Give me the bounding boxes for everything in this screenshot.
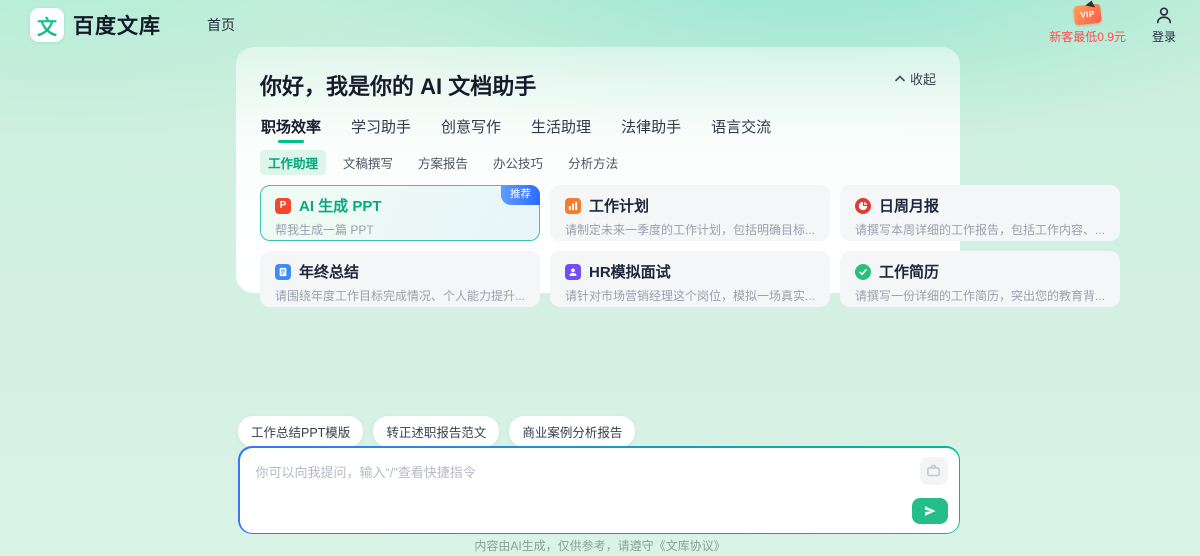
briefcase-icon (926, 463, 941, 478)
tab-legal-assistant[interactable]: 法律助手 (620, 116, 682, 146)
vip-badge-label: VIP (1080, 9, 1095, 19)
subcategory-tabs: 工作助理 文稿撰写 方案报告 办公技巧 分析方法 (260, 150, 936, 175)
card-desc: 请围绕年度工作目标完成情况、个人能力提升... (275, 287, 525, 304)
ppt-icon: P (275, 198, 291, 214)
vip-icon[interactable]: VIP (1073, 4, 1102, 26)
nav-home[interactable]: 首页 (207, 15, 235, 35)
collapse-button[interactable]: 收起 (895, 69, 936, 88)
subtab-work-assistant[interactable]: 工作助理 (260, 150, 326, 175)
subtab-office-tips[interactable]: 办公技巧 (485, 150, 551, 175)
composer (238, 446, 960, 534)
card-daily-weekly-monthly-report[interactable]: 日周月报 请撰写本周详细的工作报告，包括工作内容、... (840, 185, 1120, 241)
card-work-plan[interactable]: 工作计划 请制定未来一季度的工作计划，包括明确目标... (550, 185, 830, 241)
tab-language-exchange[interactable]: 语言交流 (710, 116, 772, 146)
pie-report-icon (855, 198, 871, 214)
top-bar: 文 百度文库 首页 VIP 新客最低0.9元 登录 (0, 0, 1200, 50)
wenku-logo-icon[interactable]: 文 (30, 8, 64, 42)
chip-business-case-analysis-report[interactable]: 商业案例分析报告 (509, 416, 635, 447)
person-icon (565, 264, 581, 280)
card-title: 工作简历 (879, 261, 939, 282)
panel-head: 你好，我是你的 AI 文档助手 收起 (260, 63, 936, 101)
subtab-proposal-report[interactable]: 方案报告 (410, 150, 476, 175)
page-title: 你好，我是你的 AI 文档助手 (260, 69, 536, 101)
brand[interactable]: 文 百度文库 (30, 8, 161, 42)
send-button[interactable] (912, 498, 948, 524)
category-tabs: 职场效率 学习助手 创意写作 生活助理 法律助手 语言交流 (260, 116, 936, 146)
card-year-end-summary[interactable]: 年终总结 请围绕年度工作目标完成情况、个人能力提升... (260, 251, 540, 307)
card-title: HR模拟面试 (589, 261, 671, 282)
toolbox-button[interactable] (920, 457, 948, 485)
chevron-up-icon (895, 75, 905, 82)
collapse-label: 收起 (910, 69, 936, 88)
subtab-analysis-methods[interactable]: 分析方法 (560, 150, 626, 175)
tab-creative-writing[interactable]: 创意写作 (440, 116, 502, 146)
card-work-resume[interactable]: 工作简历 请撰写一份详细的工作简历，突出您的教育背... (840, 251, 1120, 307)
card-desc: 请撰写一份详细的工作简历，突出您的教育背... (855, 287, 1105, 304)
disclaimer-text: 内容由AI生成，仅供参考，请遵守 (474, 539, 653, 553)
tab-workplace-efficiency[interactable]: 职场效率 (260, 116, 322, 146)
card-ai-generate-ppt[interactable]: 推荐 P AI 生成 PPT 帮我生成一篇 PPT (260, 185, 540, 241)
top-right-actions: VIP 新客最低0.9元 登录 (1049, 5, 1176, 45)
tab-study-assistant[interactable]: 学习助手 (350, 116, 412, 146)
brand-name[interactable]: 百度文库 (73, 10, 161, 40)
tab-life-assistant[interactable]: 生活助理 (530, 116, 592, 146)
composer-inner (240, 448, 959, 533)
ai-assistant-panel: 你好，我是你的 AI 文档助手 收起 职场效率 学习助手 创意写作 生活助理 法… (236, 47, 960, 293)
card-hr-mock-interview[interactable]: HR模拟面试 请针对市场营销经理这个岗位，模拟一场真实... (550, 251, 830, 307)
vip-promo-text[interactable]: 新客最低0.9元 (1049, 28, 1126, 45)
card-title: AI 生成 PPT (299, 195, 382, 216)
footer-disclaimer: 内容由AI生成，仅供参考，请遵守《文库协议》 (0, 537, 1200, 554)
card-desc: 帮我生成一篇 PPT (275, 221, 525, 238)
bar-chart-icon (565, 198, 581, 214)
send-icon (923, 504, 937, 518)
card-desc: 请撰写本周详细的工作报告，包括工作内容、... (855, 221, 1105, 238)
subtab-manuscript-writing[interactable]: 文稿撰写 (335, 150, 401, 175)
logo-glyph: 文 (37, 11, 57, 40)
vip-promo[interactable]: VIP 新客最低0.9元 (1049, 5, 1126, 45)
agreement-link[interactable]: 《文库协议》 (654, 539, 726, 553)
card-desc: 请针对市场营销经理这个岗位，模拟一场真实... (565, 287, 815, 304)
card-desc: 请制定未来一季度的工作计划，包括明确目标... (565, 221, 815, 238)
chip-work-summary-ppt-template[interactable]: 工作总结PPT模版 (238, 416, 363, 447)
login[interactable]: 登录 (1152, 5, 1176, 45)
baidu-wenku-home: 文 百度文库 首页 VIP 新客最低0.9元 登录 你好，我是你的 AI 文档助… (0, 0, 1200, 556)
user-icon (1154, 5, 1174, 25)
login-label[interactable]: 登录 (1152, 28, 1176, 45)
chat-input[interactable] (240, 448, 899, 521)
recommend-badge: 推荐 (501, 185, 540, 205)
card-title: 日周月报 (879, 195, 939, 216)
document-icon (275, 264, 291, 280)
quick-prompts: 工作总结PPT模版 转正述职报告范文 商业案例分析报告 (238, 416, 635, 447)
card-title: 年终总结 (299, 261, 359, 282)
prompt-cards: 推荐 P AI 生成 PPT 帮我生成一篇 PPT 工作计划 请制定未来一季度的… (260, 185, 936, 307)
check-icon (855, 264, 871, 280)
chip-probation-report-sample[interactable]: 转正述职报告范文 (373, 416, 499, 447)
card-title: 工作计划 (589, 195, 649, 216)
